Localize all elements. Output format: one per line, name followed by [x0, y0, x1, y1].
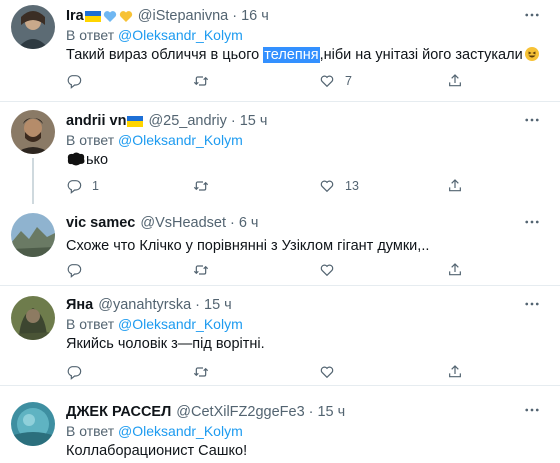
handle[interactable]: @CetXilFZ2ggeFe3 [176, 404, 304, 420]
like-button[interactable]: 13 [319, 176, 359, 196]
ukraine-flag-icon [84, 10, 101, 22]
avatar[interactable] [11, 5, 55, 49]
reply-context: В ответ @Oleksandr_Kolym [66, 315, 520, 334]
handle[interactable]: @iStepanivna [138, 8, 229, 24]
handle[interactable]: @VsHeadset [140, 215, 226, 231]
grinning-squinting-face-icon [524, 47, 539, 61]
like-count: 13 [345, 179, 359, 193]
retweet-button[interactable] [193, 260, 209, 280]
timestamp[interactable]: 6 ч [239, 215, 259, 231]
reply-button[interactable] [66, 71, 82, 91]
reply-context: В ответ @Oleksandr_Kolym [66, 26, 520, 45]
separator-dot: · [230, 113, 236, 129]
reply-context: В ответ @Oleksandr_Kolym [66, 422, 520, 441]
reply-prefix: В ответ [66, 27, 115, 43]
share-button[interactable] [447, 362, 463, 382]
more-options-icon[interactable] [520, 400, 544, 420]
reply-prefix: В ответ [66, 316, 115, 332]
handle[interactable]: @yanahtyrska [98, 297, 191, 313]
heart-outline-icon [320, 180, 334, 193]
heart-outline-icon [320, 264, 334, 277]
like-count: 7 [345, 74, 352, 88]
share-icon [449, 263, 461, 276]
reply-mention-link[interactable]: @Oleksandr_Kolym [118, 132, 243, 148]
share-icon [449, 74, 461, 87]
like-button[interactable] [319, 362, 335, 382]
ukraine-flag-icon [127, 115, 144, 127]
share-icon [449, 179, 461, 192]
avatar[interactable] [11, 213, 55, 257]
text-part: ,ніби на унітазі його застукали [319, 47, 523, 63]
display-name[interactable]: ДЖЕК РАССЕЛ [66, 404, 171, 420]
reply-icon [67, 180, 82, 194]
heart-outline-icon [320, 75, 334, 88]
display-name[interactable]: Ira [66, 8, 84, 24]
display-name[interactable]: vic samec [66, 215, 135, 231]
retweet-button[interactable] [193, 71, 209, 91]
retweet-icon [193, 181, 209, 191]
heart-outline-icon [320, 366, 334, 379]
timestamp[interactable]: 16 ч [241, 8, 269, 24]
reply-button[interactable]: 1 [66, 176, 99, 196]
tweet-text: Коллаборационист Сашко! [66, 443, 248, 459]
retweet-icon [193, 265, 209, 275]
tweet-text: Такий вираз обличчя в цього телепня,ніби… [66, 45, 539, 65]
reply-prefix: В ответ [66, 132, 115, 148]
share-button[interactable] [447, 260, 463, 280]
tweet-4[interactable]: Яна @yanahtyrska · 15 ч В ответ @Oleksan… [0, 286, 560, 385]
tweet-2[interactable]: andrii vn @25_andriy · 15 ч В ответ @Ole… [0, 102, 560, 204]
yellow-heart-icon [119, 10, 132, 22]
reply-prefix: В ответ [66, 423, 115, 439]
reply-count: 1 [92, 179, 99, 193]
reply-icon [67, 264, 82, 278]
retweet-button[interactable] [193, 176, 209, 196]
tweet-1[interactable]: Ira @iStepanivna · 16 ч В ответ @Oleksan… [0, 0, 560, 101]
avatar[interactable] [11, 110, 55, 154]
thread-connector-line [32, 158, 34, 204]
tweet-text: Якийсь чоловік з—під ворітні. [66, 336, 265, 352]
like-button[interactable]: 7 [319, 71, 352, 91]
reply-icon [67, 366, 82, 380]
highlighted-selection: телепня [263, 47, 320, 63]
more-options-icon[interactable] [520, 294, 544, 314]
reply-icon [67, 75, 82, 89]
avatar[interactable] [11, 296, 55, 340]
reply-mention-link[interactable]: @Oleksandr_Kolym [118, 423, 243, 439]
separator-dot: · [232, 8, 238, 24]
reply-mention-link[interactable]: @Oleksandr_Kolym [118, 27, 243, 43]
tweet-3[interactable]: vic samec @VsHeadset · 6 ч Схоже что Клі… [0, 204, 560, 285]
timestamp[interactable]: 15 ч [204, 297, 232, 313]
share-button[interactable] [447, 176, 463, 196]
timestamp[interactable]: 15 ч [317, 404, 345, 420]
share-button[interactable] [447, 71, 463, 91]
tweet-text: Схоже что Клічко у порівнянні з Узіклом … [66, 238, 430, 254]
retweet-icon [193, 367, 209, 377]
tweet-text: ько [66, 150, 520, 170]
separator-dot: · [308, 404, 314, 420]
reply-button[interactable] [66, 362, 82, 382]
blue-heart-icon [103, 10, 116, 22]
retweet-button[interactable] [193, 362, 209, 382]
reply-button[interactable] [66, 260, 82, 280]
more-options-icon[interactable] [520, 110, 544, 130]
like-button[interactable] [319, 260, 335, 280]
display-name[interactable]: Яна [66, 297, 93, 313]
more-options-icon[interactable] [520, 212, 544, 232]
text-part: ько [86, 152, 109, 168]
tweet-5[interactable]: ДЖЕК РАССЕЛ @CetXilFZ2ggeFe3 · 15 ч В от… [0, 386, 560, 463]
reply-context: В ответ @Oleksandr_Kolym [66, 131, 520, 150]
avatar[interactable] [11, 402, 55, 446]
display-name[interactable]: andrii vn [66, 113, 126, 129]
timestamp[interactable]: 15 ч [240, 113, 268, 129]
text-part: Такий вираз обличчя в цього [66, 47, 264, 63]
more-options-icon[interactable] [520, 5, 544, 25]
separator-dot: · [195, 297, 200, 313]
reply-mention-link[interactable]: @Oleksandr_Kolym [118, 316, 243, 332]
handle[interactable]: @25_andriy [148, 113, 226, 129]
redaction-blot-icon [67, 152, 85, 166]
retweet-icon [193, 76, 209, 86]
separator-dot: · [230, 215, 235, 231]
share-icon [449, 365, 461, 378]
